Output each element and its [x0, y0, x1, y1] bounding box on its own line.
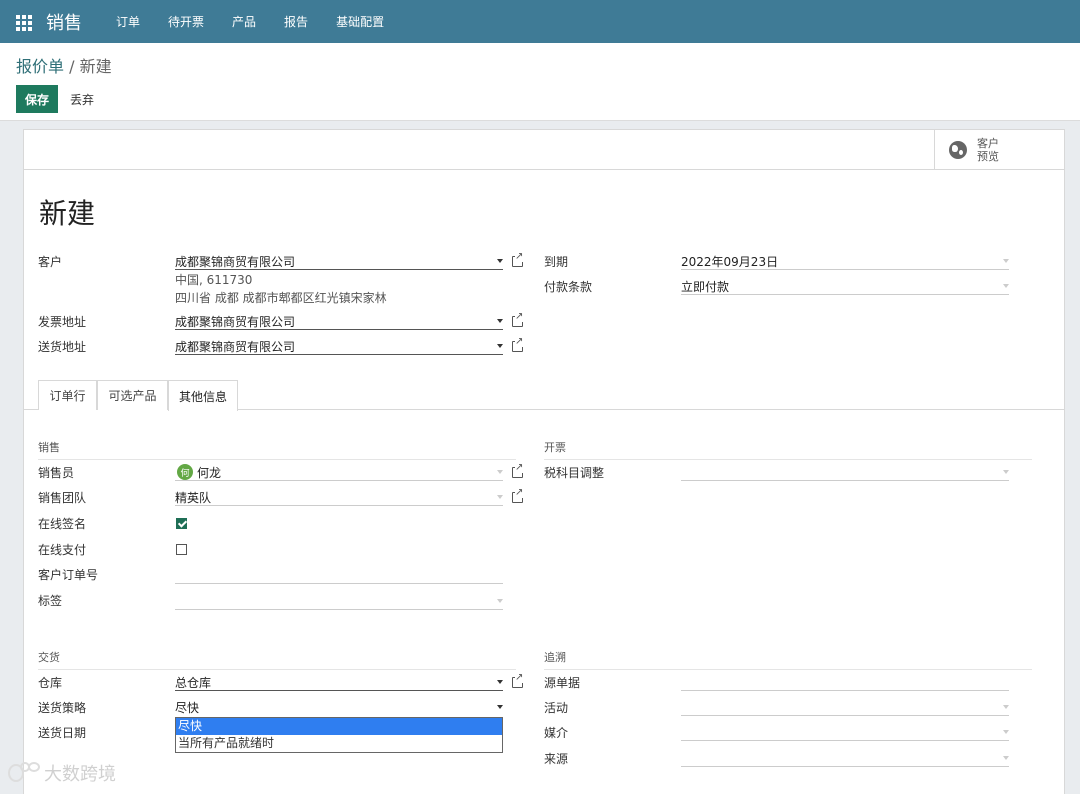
external-link-icon[interactable] [512, 337, 524, 352]
medium-label: 媒介 [544, 726, 569, 740]
form-sheet: 客户 预览 新建 客户 成都聚锦商贸有限公司 中国, 611730 四川省 成都… [23, 129, 1065, 794]
watermark-logo-icon [8, 762, 44, 784]
chevron-down-icon [497, 705, 503, 709]
chevron-down-icon [497, 319, 503, 323]
online-signature-checkbox[interactable] [176, 518, 187, 529]
payment-terms-label: 付款条款 [544, 280, 593, 294]
chevron-down-icon [497, 495, 503, 499]
external-link-icon[interactable] [512, 673, 524, 688]
tags-label: 标签 [38, 594, 63, 608]
fiscal-position-label: 税科目调整 [544, 466, 605, 480]
control-panel: 报价单 / 新建 保存 丢弃 [0, 43, 1080, 121]
section-sales: 销售 [38, 439, 516, 460]
globe-icon [949, 141, 967, 159]
section-tracking: 追溯 [544, 649, 1032, 670]
section-delivery: 交货 [38, 649, 516, 670]
tab-optional-products[interactable]: 可选产品 [97, 380, 168, 410]
chevron-down-icon [1003, 705, 1009, 709]
delivery-date-label: 送货日期 [38, 726, 87, 740]
delivery-address-field[interactable]: 成都聚锦商贸有限公司 [175, 335, 503, 355]
shipping-policy-dropdown: 尽快 当所有产品就绪时 [175, 717, 503, 753]
customer-address: 中国, 611730 四川省 成都 成都市郫都区红光镇宋家林 [175, 273, 387, 305]
breadcrumb: 报价单 / 新建 [16, 53, 112, 77]
tags-field[interactable] [175, 590, 503, 610]
source-document-label: 源单据 [544, 676, 581, 690]
shipping-policy-select[interactable]: 尽快 [175, 696, 503, 716]
record-title: 新建 [39, 197, 96, 230]
button-box: 客户 预览 [24, 130, 1064, 170]
customer-label: 客户 [38, 255, 63, 269]
invoice-address-field[interactable]: 成都聚锦商贸有限公司 [175, 310, 503, 330]
external-link-icon[interactable] [512, 252, 524, 267]
nav-reporting[interactable]: 报告 [284, 13, 308, 30]
discard-button[interactable]: 丢弃 [70, 91, 94, 108]
apps-menu-icon[interactable] [16, 14, 32, 31]
section-invoicing: 开票 [544, 439, 1032, 460]
payment-terms-field[interactable]: 立即付款 [681, 275, 1009, 295]
chevron-down-icon [497, 344, 503, 348]
watermark: 大数跨境 [8, 760, 116, 786]
breadcrumb-separator: / [69, 57, 75, 76]
warehouse-field[interactable]: 总仓库 [175, 671, 503, 691]
online-payment-checkbox[interactable] [176, 544, 187, 555]
save-button[interactable]: 保存 [16, 85, 58, 113]
chevron-down-icon [497, 259, 503, 263]
salesperson-label: 销售员 [38, 466, 75, 480]
online-payment-label: 在线支付 [38, 543, 87, 557]
nav-to-invoice[interactable]: 待开票 [168, 13, 204, 30]
notebook-tabs: 订单行 可选产品 其他信息 [24, 380, 1064, 411]
chevron-down-icon [1003, 259, 1009, 263]
dropdown-option[interactable]: 当所有产品就绪时 [176, 735, 502, 752]
external-link-icon[interactable] [512, 312, 524, 327]
nav-orders[interactable]: 订单 [116, 13, 140, 30]
customer-preview-button[interactable]: 客户 预览 [934, 130, 1064, 170]
source-document-input[interactable] [681, 671, 1009, 691]
invoice-address-label: 发票地址 [38, 315, 87, 329]
campaign-label: 活动 [544, 701, 569, 715]
top-navbar: 销售 订单 待开票 产品 报告 基础配置 [0, 0, 1080, 43]
tab-order-lines[interactable]: 订单行 [38, 380, 97, 410]
external-link-icon[interactable] [512, 488, 524, 503]
watermark-text: 大数跨境 [44, 764, 116, 785]
tab-other-info[interactable]: 其他信息 [168, 380, 238, 411]
fiscal-position-field[interactable] [681, 461, 1009, 481]
breadcrumb-parent[interactable]: 报价单 [16, 57, 64, 76]
expiry-field[interactable]: 2022年09月23日 [681, 250, 1009, 270]
chevron-down-icon [1003, 756, 1009, 760]
dropdown-option[interactable]: 尽快 [176, 718, 502, 735]
chevron-down-icon [1003, 470, 1009, 474]
breadcrumb-current: 新建 [79, 57, 112, 76]
medium-field[interactable] [681, 721, 1009, 741]
customer-reference-label: 客户订单号 [38, 568, 99, 582]
salesperson-field[interactable]: 何龙 [175, 461, 503, 481]
chevron-down-icon [497, 680, 503, 684]
source-label: 来源 [544, 752, 569, 766]
chevron-down-icon [497, 599, 503, 603]
avatar: 何 [177, 464, 193, 480]
warehouse-label: 仓库 [38, 676, 63, 690]
shipping-policy-label: 送货策略 [38, 701, 87, 715]
chevron-down-icon [497, 470, 503, 474]
app-name[interactable]: 销售 [46, 9, 82, 35]
preview-label: 客户 预览 [977, 137, 999, 163]
source-field[interactable] [681, 747, 1009, 767]
sales-team-field[interactable]: 精英队 [175, 486, 503, 506]
online-signature-label: 在线签名 [38, 517, 87, 531]
chevron-down-icon [1003, 284, 1009, 288]
customer-field[interactable]: 成都聚锦商贸有限公司 [175, 250, 503, 270]
delivery-address-label: 送货地址 [38, 340, 87, 354]
external-link-icon[interactable] [512, 463, 524, 478]
customer-reference-input[interactable] [175, 564, 503, 584]
nav-products[interactable]: 产品 [232, 13, 256, 30]
sales-team-label: 销售团队 [38, 491, 87, 505]
nav-configuration[interactable]: 基础配置 [336, 13, 384, 30]
chevron-down-icon [1003, 730, 1009, 734]
expiry-label: 到期 [544, 255, 569, 269]
campaign-field[interactable] [681, 696, 1009, 716]
